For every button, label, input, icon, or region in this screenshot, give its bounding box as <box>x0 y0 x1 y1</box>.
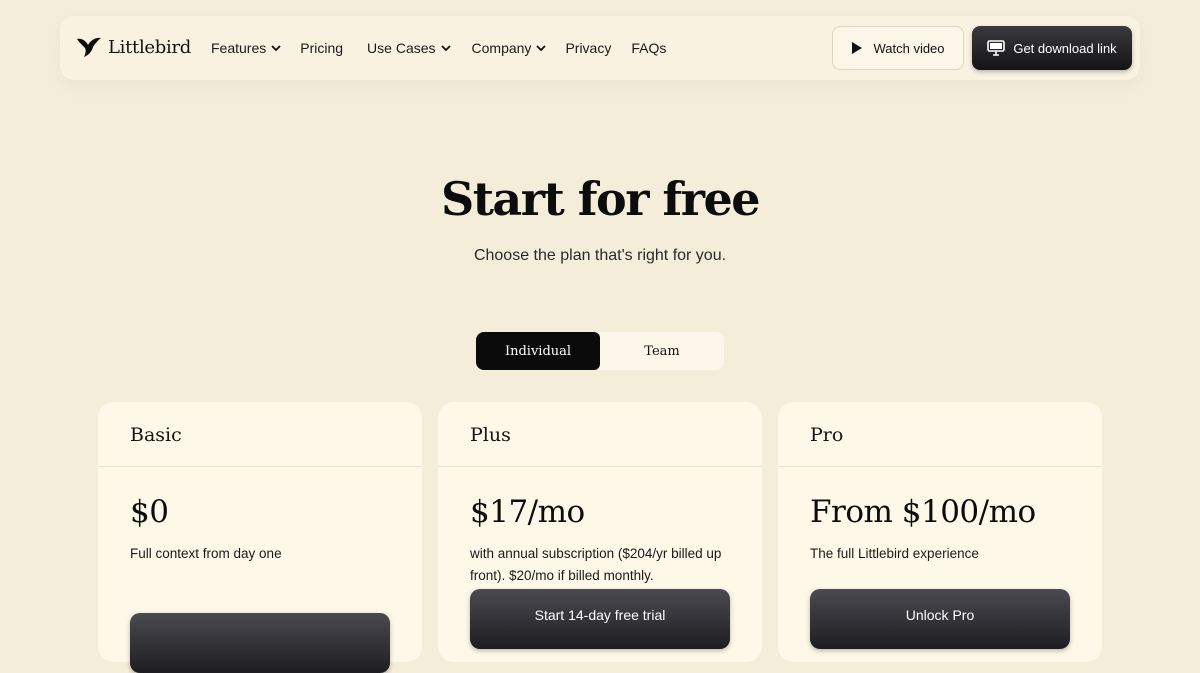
page-title: Start for free <box>440 172 761 226</box>
nav-item-use-cases[interactable]: Use Cases <box>367 40 451 56</box>
divider <box>438 466 762 467</box>
top-navigation: Littlebird Features Pricing Use Cases Co… <box>60 16 1140 80</box>
brand-logo[interactable]: Littlebird <box>76 36 191 58</box>
plan-cta-button[interactable]: Start 14-day free trial <box>470 589 730 649</box>
chevron-down-icon <box>535 42 547 54</box>
nav-item-features[interactable]: Features <box>211 40 282 56</box>
plan-cta-button[interactable] <box>130 613 390 673</box>
page-subtitle: Choose the plan that's right for you. <box>473 247 727 264</box>
nav-item-pricing[interactable]: Pricing <box>300 40 343 56</box>
plan-price: $0 <box>130 494 169 530</box>
watch-video-button[interactable]: Watch video <box>832 26 964 70</box>
divider <box>98 466 422 467</box>
plan-description: Full context from day one <box>130 546 282 561</box>
plan-card-plus: Plus $17/mo with annual subscription ($2… <box>438 402 762 662</box>
nav-item-label: Pricing <box>300 40 344 56</box>
plan-cta-button[interactable]: Unlock Pro <box>810 589 1070 649</box>
nav-item-label: Company <box>471 40 532 56</box>
plan-price: $17/mo <box>470 494 585 530</box>
plan-name: Basic <box>130 424 182 446</box>
chevron-down-icon <box>270 42 282 54</box>
nav-item-label: Privacy <box>565 40 612 56</box>
chevron-down-icon <box>440 42 452 54</box>
plan-name: Pro <box>810 424 844 446</box>
nav-item-company[interactable]: Company <box>472 40 548 56</box>
plan-price: From $100/mo <box>810 494 1036 530</box>
toggle-team[interactable]: Team <box>600 332 724 370</box>
bird-icon <box>77 37 101 57</box>
nav-item-label: Features <box>211 40 267 56</box>
play-icon <box>852 42 863 54</box>
get-download-link-button[interactable]: Get download link <box>972 26 1132 70</box>
nav-links: Features Pricing Use Cases Company Priva… <box>211 16 666 80</box>
nav-item-privacy[interactable]: Privacy <box>565 40 611 56</box>
divider <box>778 466 1102 467</box>
plan-description: with annual subscription ($204/yr billed… <box>470 546 722 583</box>
download-label: Get download link <box>1013 40 1117 56</box>
nav-item-faqs[interactable]: FAQs <box>631 40 666 56</box>
toggle-individual[interactable]: Individual <box>476 332 600 370</box>
nav-item-label: FAQs <box>631 40 667 56</box>
watch-video-label: Watch video <box>873 40 945 56</box>
plan-name: Plus <box>470 424 511 446</box>
plan-type-toggle: Individual Team <box>476 332 724 370</box>
monitor-icon <box>987 40 1006 56</box>
plan-card-basic: Basic $0 Full context from day one <box>98 402 422 673</box>
plan-description: The full Littlebird experience <box>810 546 979 561</box>
brand-name: Littlebird <box>108 36 191 58</box>
nav-item-label: Use Cases <box>367 40 436 56</box>
plan-card-pro: Pro From $100/mo The full Littlebird exp… <box>778 402 1102 662</box>
